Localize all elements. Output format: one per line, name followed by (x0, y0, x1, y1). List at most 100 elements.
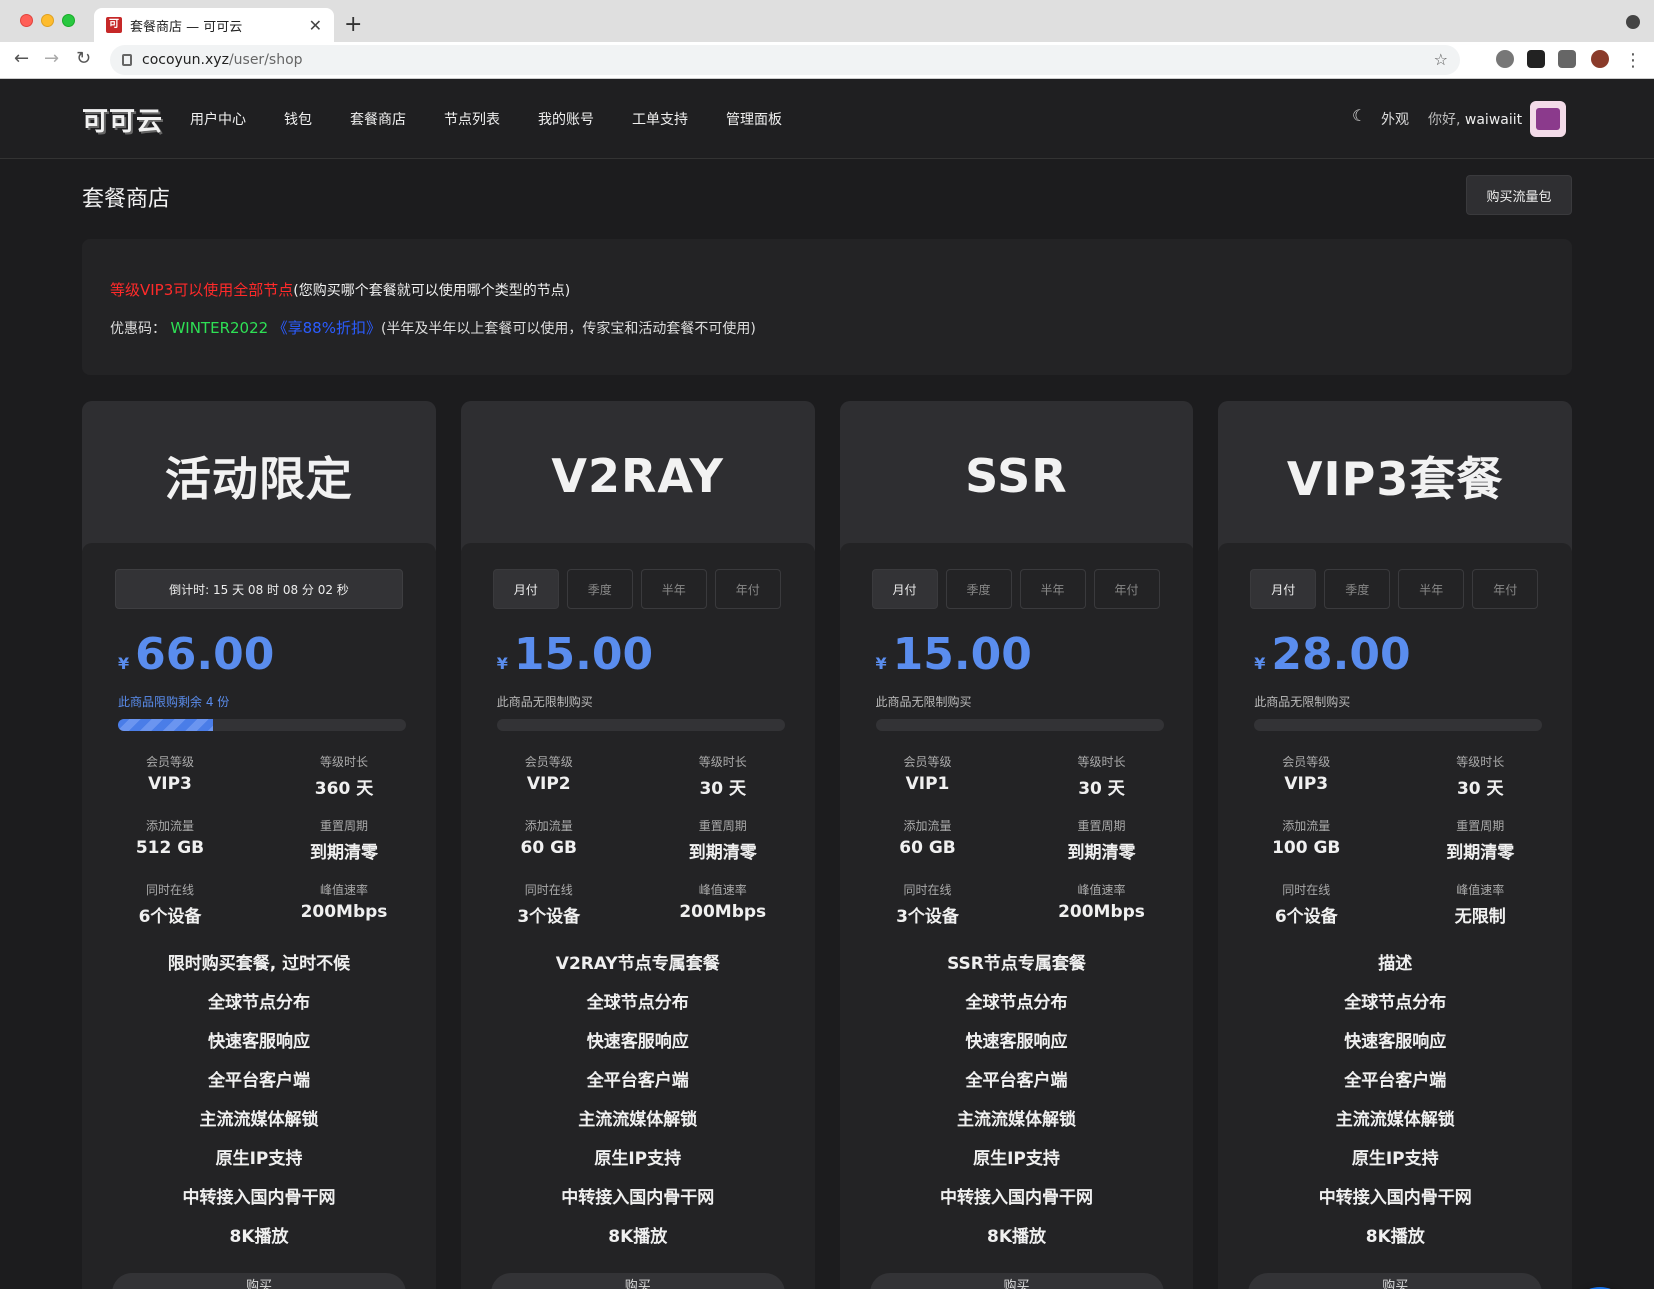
notice-line-2: 优惠码： WINTER2022 《享88%折扣》(半年及半年以上套餐可以使用，传… (110, 317, 756, 338)
close-window-button[interactable] (20, 14, 33, 27)
period-tab[interactable]: 月付 (871, 569, 938, 609)
period-tab[interactable]: 季度 (1324, 569, 1391, 609)
purchase-limit-text: 此商品限购剩余 4 份 (118, 695, 230, 709)
period-tab[interactable]: 季度 (945, 569, 1012, 609)
purchase-limit-text: 此商品无限制购买 (1254, 695, 1351, 709)
stat-row: 会员等级 VIP3 等级时长 360 天 (118, 753, 406, 817)
plan-stat: 重置周期 到期清零 (1020, 817, 1164, 881)
stat-label: 同时在线 (1282, 883, 1331, 897)
user-greeting[interactable]: 你好, waiwaiit (1428, 109, 1522, 129)
buy-button[interactable]: 购买 (112, 1273, 406, 1289)
progress-fill (118, 719, 214, 731)
plan-feature: 快速客服响应 (208, 1032, 310, 1052)
tab-search-icon[interactable] (1626, 15, 1640, 29)
period-tabs: 月付 季度 半年 年付 (1250, 569, 1539, 609)
plan-feature: 原生IP支持 (1351, 1149, 1439, 1169)
plan-stat: 重置周期 到期清零 (641, 817, 785, 881)
plan-features: 限时购买套餐, 过时不候 全球节点分布 快速客服响应 全平台客户端 主流流媒体解锁 原生I… (82, 945, 436, 1257)
stat-label: 会员等级 (524, 755, 573, 769)
plan-stat: 峰值速率 200Mbps (262, 881, 406, 945)
plan-stat: 添加流量 512 GB (118, 817, 262, 881)
plan-feature: 8K播放 (229, 1227, 289, 1247)
plan-stat: 等级时长 30 天 (1398, 753, 1542, 817)
stat-value: 3个设备 (517, 907, 581, 927)
new-tab-button[interactable]: + (344, 12, 362, 37)
nav-item-admin[interactable]: 管理面板 (726, 109, 782, 129)
stat-value: VIP2 (526, 774, 571, 794)
bookmark-star-icon[interactable]: ☆ (1434, 50, 1448, 69)
extension-icon[interactable] (1527, 50, 1545, 68)
browser-tab[interactable]: 可 套餐商店 — 可可云 ✕ (94, 8, 334, 42)
puzzle-icon[interactable] (1558, 50, 1576, 68)
lock-icon (122, 54, 132, 66)
plan-feature: 快速客服响应 (1344, 1032, 1447, 1052)
brand-logo[interactable]: 可可云 (82, 101, 163, 138)
plan-stat: 添加流量 100 GB (1254, 817, 1398, 881)
price-amount: 15.00 (513, 629, 654, 680)
currency-symbol: ¥ (496, 654, 508, 673)
plan-feature: 主流流媒体解锁 (957, 1110, 1076, 1130)
stat-label: 峰值速率 (1077, 883, 1126, 897)
buy-button[interactable]: 购买 (1248, 1273, 1543, 1289)
countdown-timer: 倒计时: 15 天 08 时 08 分 02 秒 (115, 569, 403, 609)
plan-feature: SSR节点专属套餐 (947, 954, 1086, 974)
period-tab[interactable]: 月付 (1250, 569, 1317, 609)
stat-value: 30 天 (1078, 779, 1125, 799)
period-tab[interactable]: 半年 (640, 569, 707, 609)
minimize-window-button[interactable] (41, 14, 54, 27)
moon-icon[interactable]: ☾ (1352, 106, 1366, 125)
back-icon[interactable]: ← (14, 48, 29, 69)
reload-icon[interactable]: ↻ (76, 48, 91, 69)
period-tab[interactable]: 年付 (1093, 569, 1160, 609)
plan-feature: 全球节点分布 (965, 993, 1068, 1013)
close-tab-icon[interactable]: ✕ (309, 16, 322, 35)
nav-item-wallet[interactable]: 钱包 (284, 109, 312, 129)
plan-header: 活动限定 (82, 401, 436, 551)
period-tab[interactable]: 季度 (566, 569, 633, 609)
stat-row: 同时在线 3个设备 峰值速率 200Mbps (876, 881, 1164, 945)
buy-button[interactable]: 购买 (869, 1273, 1164, 1289)
stat-label: 重置周期 (1077, 819, 1126, 833)
plan-stat: 峰值速率 无限制 (1398, 881, 1542, 945)
username: waiwaiit (1464, 112, 1523, 128)
period-tabs: 月付 季度 半年 年付 (871, 569, 1160, 609)
forward-icon[interactable]: → (44, 48, 59, 69)
stat-label: 重置周期 (698, 819, 747, 833)
profile-avatar-icon[interactable] (1591, 50, 1609, 68)
stat-label: 峰值速率 (1456, 883, 1505, 897)
stat-row: 添加流量 60 GB 重置周期 到期清零 (497, 817, 785, 881)
nav-item-user-center[interactable]: 用户中心 (190, 109, 246, 129)
nav-item-shop[interactable]: 套餐商店 (350, 109, 406, 129)
period-tab[interactable]: 年付 (714, 569, 781, 609)
stat-value: VIP1 (905, 774, 950, 794)
appearance-toggle[interactable]: 外观 (1381, 109, 1409, 129)
nav-item-tickets[interactable]: 工单支持 (632, 109, 688, 129)
maximize-window-button[interactable] (62, 14, 75, 27)
user-avatar[interactable] (1530, 101, 1566, 137)
stat-label: 添加流量 (145, 819, 194, 833)
period-tab[interactable]: 半年 (1019, 569, 1086, 609)
plan-price: ¥ 28.00 (1254, 629, 1410, 680)
plan-name: V2RAY (551, 449, 724, 503)
browser-menu-icon[interactable]: ⋮ (1624, 50, 1642, 71)
plan-feature: 描述 (1378, 954, 1413, 974)
period-tab[interactable]: 年付 (1472, 569, 1539, 609)
plan-name: VIP3套餐 (1286, 452, 1504, 506)
currency-symbol: ¥ (1254, 654, 1266, 673)
stat-value: 200Mbps (300, 902, 388, 922)
buy-button[interactable]: 购买 (490, 1273, 785, 1289)
period-tab[interactable]: 半年 (1398, 569, 1465, 609)
stat-value: 到期清零 (1446, 843, 1515, 863)
plan-feature: 原生IP支持 (973, 1149, 1060, 1169)
period-tab[interactable]: 月付 (492, 569, 559, 609)
plan-price: ¥ 15.00 (497, 629, 653, 680)
buy-traffic-button[interactable]: 购买流量包 (1466, 175, 1572, 215)
plan-feature: 快速客服响应 (965, 1032, 1068, 1052)
nav-item-nodes[interactable]: 节点列表 (444, 109, 500, 129)
nav-item-account[interactable]: 我的账号 (538, 109, 594, 129)
stat-value: VIP3 (1284, 774, 1329, 794)
plan-stat: 等级时长 30 天 (641, 753, 785, 817)
extension-icon[interactable] (1496, 50, 1514, 68)
plan-feature: 全平台客户端 (965, 1071, 1068, 1091)
address-bar[interactable]: cocoyun.xyz/user/shop ☆ (110, 45, 1460, 75)
